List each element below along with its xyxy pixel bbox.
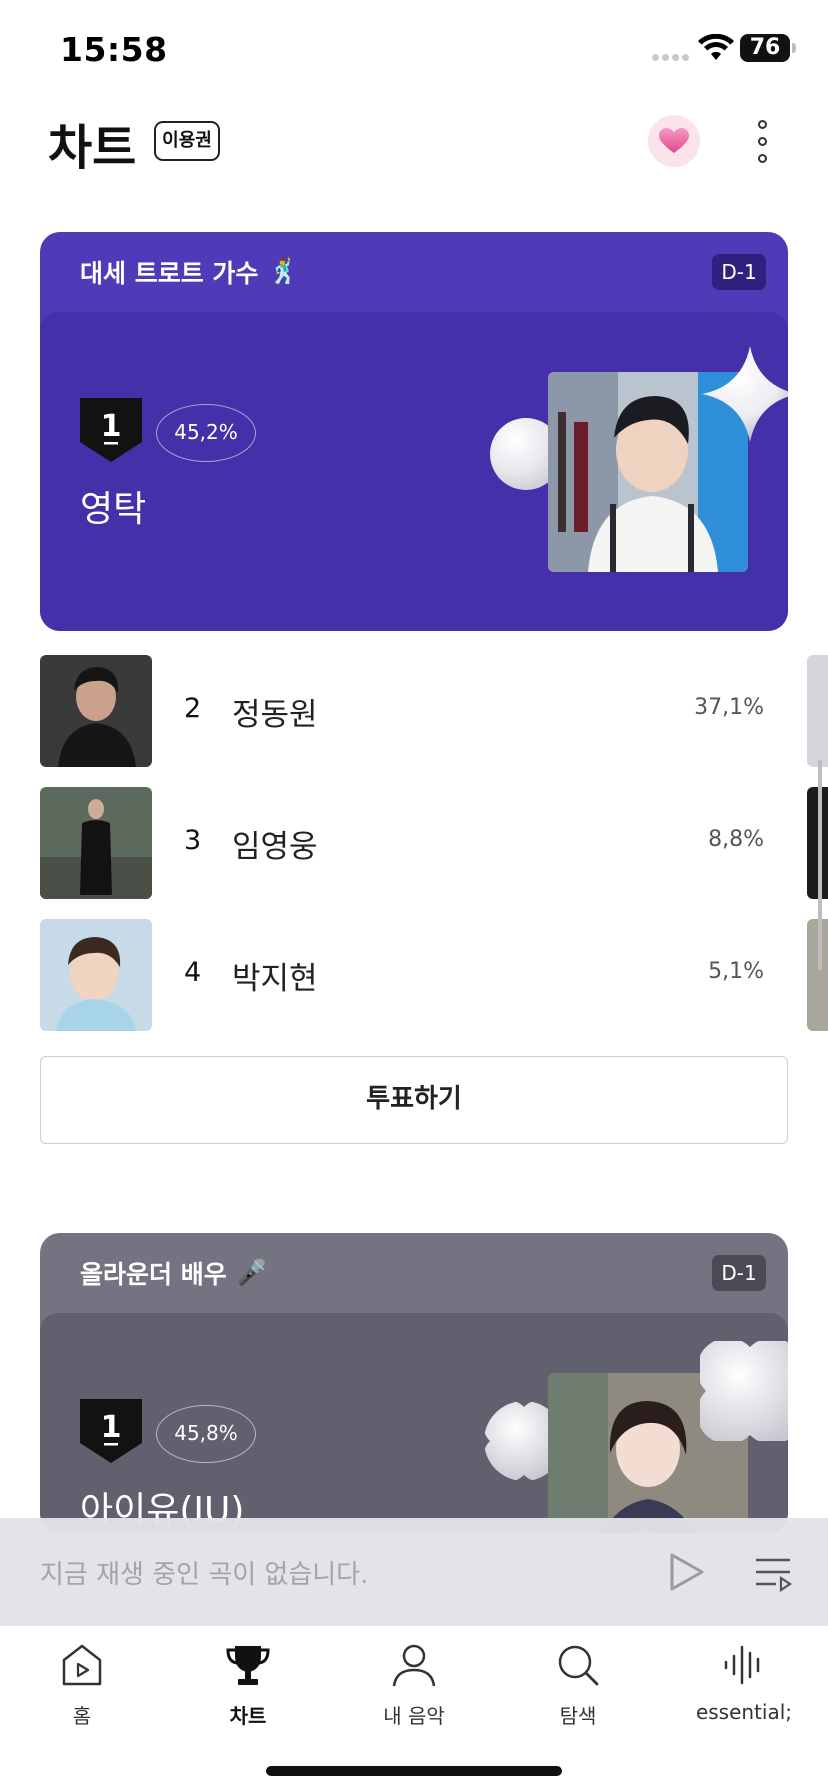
more-button[interactable] bbox=[742, 116, 782, 166]
vote-card[interactable]: 올라운더 배우 🎤 D-1 1 45,8% 아이유(IU) bbox=[40, 1233, 788, 1533]
card-inner: 1 45,8% 아이유(IU) bbox=[40, 1313, 788, 1533]
card-topic-label: 대세 트로트 가수 bbox=[80, 259, 259, 288]
scrollbar[interactable] bbox=[818, 760, 822, 970]
battery-tip bbox=[792, 43, 796, 53]
tab-chart[interactable]: 차트 bbox=[188, 1642, 308, 1742]
battery-level: 76 bbox=[749, 35, 781, 60]
status-bar: 15:58 76 bbox=[0, 0, 828, 100]
card-inner: 1 45,2% 영탁 bbox=[40, 312, 788, 631]
tab-label: 탐색 bbox=[559, 1704, 597, 1728]
artist-photo bbox=[40, 655, 152, 767]
wifi-icon bbox=[698, 34, 734, 60]
next-card-peek bbox=[807, 655, 828, 767]
rank-1-shield-icon: 1 bbox=[80, 398, 142, 462]
more-dot bbox=[757, 119, 767, 129]
dday-badge: D-1 bbox=[712, 1255, 766, 1291]
tab-label: 홈 bbox=[72, 1704, 92, 1728]
tab-home[interactable]: 홈 bbox=[22, 1642, 142, 1742]
dancer-emoji: 🕺 bbox=[268, 257, 300, 286]
winner-percent: 45,8% bbox=[156, 1405, 256, 1463]
play-icon[interactable] bbox=[668, 1552, 706, 1592]
vote-button[interactable]: 투표하기 bbox=[40, 1056, 788, 1144]
dday-badge: D-1 bbox=[712, 254, 766, 290]
rank-number: 3 bbox=[184, 825, 202, 856]
vote-percent: 37,1% bbox=[694, 695, 764, 720]
waveform-icon bbox=[724, 1645, 760, 1685]
page-title: 차트 bbox=[48, 120, 137, 176]
more-dot bbox=[757, 136, 767, 146]
card-topic: 올라운더 배우 🎤 bbox=[80, 1255, 268, 1291]
rank-row[interactable]: 4 박지현 5,1% bbox=[40, 919, 788, 1031]
trophy-icon bbox=[226, 1646, 270, 1685]
rank-number: 1 bbox=[101, 1410, 122, 1445]
rank-number: 2 bbox=[184, 693, 202, 724]
mini-player[interactable]: 지금 재생 중인 곡이 없습니다. bbox=[0, 1518, 828, 1626]
artist-photo bbox=[40, 787, 152, 899]
pass-badge[interactable]: 이용권 bbox=[154, 121, 220, 161]
heart-button[interactable] bbox=[648, 115, 700, 167]
status-time: 15:58 bbox=[60, 30, 168, 69]
heart-icon bbox=[659, 128, 689, 153]
playlist-icon[interactable] bbox=[754, 1554, 792, 1592]
artist-name: 임영웅 bbox=[232, 829, 318, 865]
microphone-emoji: 🎤 bbox=[236, 1258, 268, 1287]
winner-percent: 45,2% bbox=[156, 404, 256, 462]
rank-row[interactable]: 2 정동원 37,1% bbox=[40, 655, 788, 767]
user-icon bbox=[392, 1644, 436, 1687]
vote-percent: 8,8% bbox=[708, 827, 764, 852]
card-topic: 대세 트로트 가수 🕺 bbox=[80, 254, 300, 290]
artist-name: 박지현 bbox=[232, 961, 318, 997]
rank-number: 1 bbox=[101, 409, 122, 444]
decorative-cloud bbox=[700, 1341, 788, 1441]
search-icon bbox=[558, 1645, 599, 1686]
cellular-signal-icon bbox=[652, 54, 689, 61]
home-indicator bbox=[266, 1766, 562, 1776]
artist-photo bbox=[40, 919, 152, 1031]
battery-icon: 76 bbox=[740, 34, 790, 62]
tab-essential[interactable]: essential; bbox=[684, 1642, 804, 1742]
tab-label: 차트 bbox=[229, 1704, 267, 1728]
tab-search[interactable]: 탐색 bbox=[518, 1642, 638, 1742]
now-playing-text: 지금 재생 중인 곡이 없습니다. bbox=[40, 1560, 369, 1590]
tab-my-music[interactable]: 내 음악 bbox=[354, 1642, 474, 1742]
vote-card[interactable]: 대세 트로트 가수 🕺 D-1 1 45,2% 영탁 bbox=[40, 232, 788, 631]
tab-label: 내 음악 bbox=[383, 1704, 445, 1728]
tab-label: essential; bbox=[695, 1700, 793, 1724]
rank-row[interactable]: 3 임영웅 8,8% bbox=[40, 787, 788, 899]
rank-1-shield-icon: 1 bbox=[80, 1399, 142, 1463]
rank-number: 4 bbox=[184, 957, 202, 988]
more-dot bbox=[757, 153, 767, 163]
card-topic-label: 올라운더 배우 bbox=[80, 1260, 227, 1289]
winner-name: 영탁 bbox=[80, 489, 147, 530]
artist-name: 정동원 bbox=[232, 697, 318, 733]
vote-percent: 5,1% bbox=[708, 959, 764, 984]
home-play-icon bbox=[62, 1644, 102, 1686]
decorative-star bbox=[702, 346, 788, 442]
